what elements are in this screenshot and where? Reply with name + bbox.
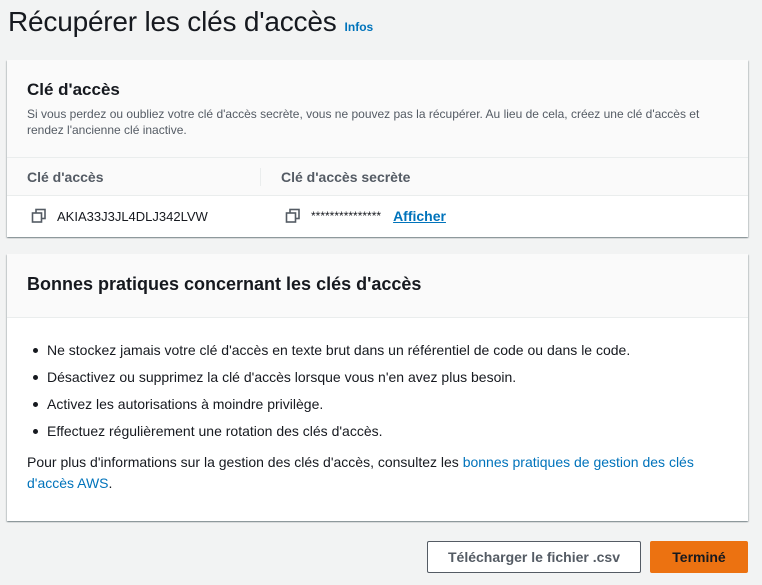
column-header-secret-key: Clé d'accès secrète [281,168,411,185]
page-title: Récupérer les clés d'accès [8,6,337,37]
access-key-cell: AKIA33J3JL4DLJ342LVW [7,208,261,224]
list-item: Effectuez régulièrement une rotation des… [27,422,728,440]
access-key-panel-description: Si vous perdez ou oubliez votre clé d'ac… [27,107,700,137]
copy-access-key-icon[interactable] [31,208,47,224]
copy-secret-key-icon[interactable] [285,208,301,224]
access-key-table-header: Clé d'accès Clé d'accès secrète [7,158,748,196]
best-practices-title: Bonnes pratiques concernant les clés d'a… [27,274,422,294]
secret-key-masked: *************** [311,209,382,223]
page-header: Récupérer les clés d'accès Infos [8,6,373,38]
best-practices-panel: Bonnes pratiques concernant les clés d'a… [7,254,748,521]
download-csv-button[interactable]: Télécharger le fichier .csv [427,541,641,573]
more-info-text: Pour plus d'informations sur la gestion … [27,452,717,494]
access-key-panel-title: Clé d'accès [27,80,120,99]
access-key-row: AKIA33J3JL4DLJ342LVW *************** Aff… [7,196,748,236]
done-button[interactable]: Terminé [650,541,748,573]
info-link[interactable]: Infos [345,20,374,34]
show-secret-key-link[interactable]: Afficher [393,208,446,224]
list-item: Désactivez ou supprimez la clé d'accès l… [27,368,728,386]
access-key-panel: Clé d'accès Si vous perdez ou oubliez vo… [7,60,748,237]
best-practices-panel-header: Bonnes pratiques concernant les clés d'a… [7,254,748,318]
secret-key-cell: *************** Afficher [261,208,446,224]
more-info-prefix: Pour plus d'informations sur la gestion … [27,454,463,470]
list-item: Ne stockez jamais votre clé d'accès en t… [27,341,728,359]
best-practices-body: Ne stockez jamais votre clé d'accès en t… [7,318,748,494]
column-header-access-key: Clé d'accès [7,167,261,186]
more-info-suffix: . [108,475,113,491]
access-key-value: AKIA33J3JL4DLJ342LVW [57,208,208,224]
list-item: Activez les autorisations à moindre priv… [27,395,728,413]
best-practices-list: Ne stockez jamais votre clé d'accès en t… [27,341,728,440]
access-key-panel-header: Clé d'accès Si vous perdez ou oubliez vo… [7,60,748,158]
